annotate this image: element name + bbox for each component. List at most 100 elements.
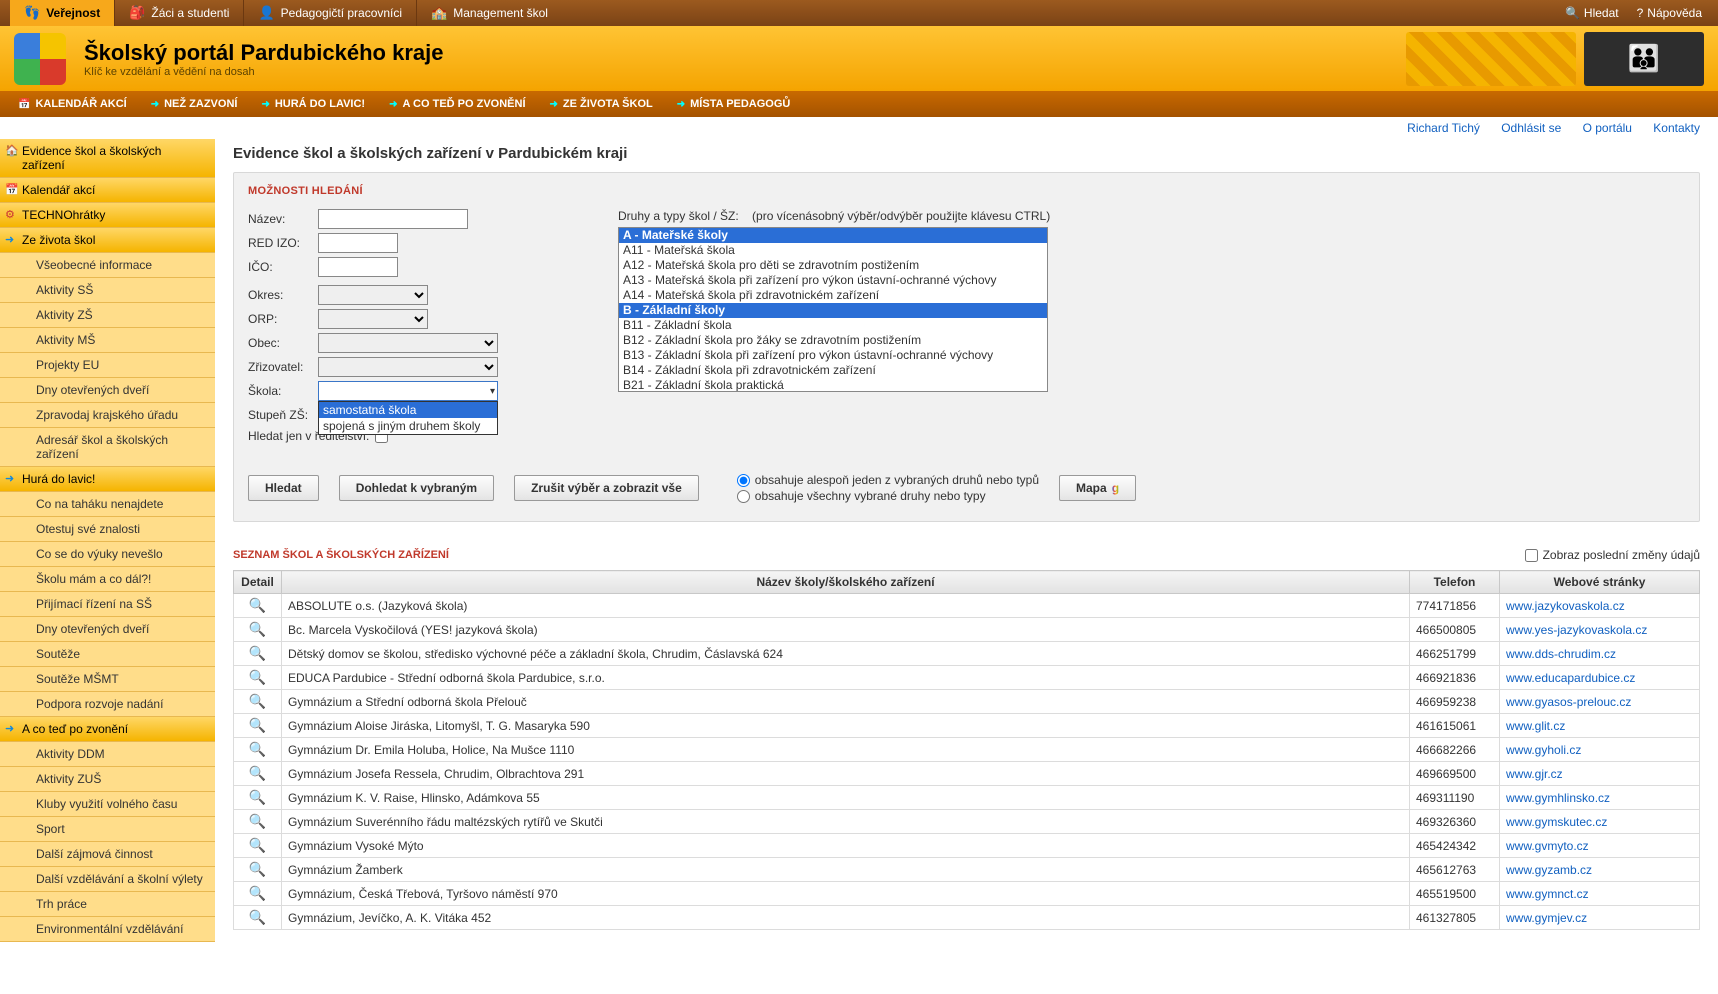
select-skola[interactable]: ▾: [318, 381, 498, 401]
radio-all[interactable]: [737, 490, 750, 503]
sidebar-item-25[interactable]: Kluby využití volného času: [0, 792, 215, 817]
sidebar-item-27[interactable]: Další zájmová činnost: [0, 842, 215, 867]
detail-icon[interactable]: 🔍: [249, 813, 266, 829]
cell-web-link[interactable]: www.jazykovaskola.cz: [1506, 599, 1625, 613]
logout-link[interactable]: Odhlásit se: [1501, 121, 1561, 135]
radio-all-row[interactable]: obsahuje všechny vybrané druhy nebo typy: [737, 489, 1039, 503]
select-orp[interactable]: [318, 309, 428, 329]
cell-web-link[interactable]: www.gymnct.cz: [1506, 887, 1589, 901]
detail-icon[interactable]: 🔍: [249, 789, 266, 805]
sidebar-item-2[interactable]: ⚙TECHNOhrátky: [0, 203, 215, 228]
detail-icon[interactable]: 🔍: [249, 765, 266, 781]
menubar-item-1[interactable]: ➜NEŽ ZAZVONÍ: [139, 98, 250, 110]
type-option-3[interactable]: A13 - Mateřská škola při zařízení pro vý…: [619, 273, 1047, 288]
sidebar-item-9[interactable]: Dny otevřených dveří: [0, 378, 215, 403]
cell-web-link[interactable]: www.gyasos-prelouc.cz: [1506, 695, 1631, 709]
detail-icon[interactable]: 🔍: [249, 717, 266, 733]
select-okres[interactable]: [318, 285, 428, 305]
detail-icon[interactable]: 🔍: [249, 861, 266, 877]
sidebar-item-28[interactable]: Další vzdělávání a školní výlety: [0, 867, 215, 892]
detail-icon[interactable]: 🔍: [249, 741, 266, 757]
sidebar-item-14[interactable]: Otestuj své znalosti: [0, 517, 215, 542]
topnav-item-3[interactable]: 🏫Management škol: [416, 0, 562, 26]
search-selected-button[interactable]: Dohledat k vybraným: [339, 475, 494, 501]
sidebar-item-24[interactable]: Aktivity ZUŠ: [0, 767, 215, 792]
sidebar-item-0[interactable]: 🏠Evidence škol a školských zařízení: [0, 139, 215, 178]
radio-any[interactable]: [737, 474, 750, 487]
cell-web-link[interactable]: www.yes-jazykovaskola.cz: [1506, 623, 1647, 637]
cell-web-link[interactable]: www.gyzamb.cz: [1506, 863, 1592, 877]
about-link[interactable]: O portálu: [1583, 121, 1632, 135]
sidebar-item-22[interactable]: ➜A co teď po zvonění: [0, 717, 215, 742]
cell-web-link[interactable]: www.dds-chrudim.cz: [1506, 647, 1616, 661]
sidebar-item-11[interactable]: Adresář škol a školských zařízení: [0, 428, 215, 467]
detail-icon[interactable]: 🔍: [249, 669, 266, 685]
sidebar-item-13[interactable]: Co na taháku nenajdete: [0, 492, 215, 517]
checkbox-show-changes[interactable]: [1525, 549, 1538, 562]
sidebar-item-3[interactable]: ➜Ze života škol: [0, 228, 215, 253]
type-option-1[interactable]: A11 - Mateřská škola: [619, 243, 1047, 258]
detail-icon[interactable]: 🔍: [249, 909, 266, 925]
sidebar-item-30[interactable]: Environmentální vzdělávání: [0, 917, 215, 942]
radio-any-row[interactable]: obsahuje alespoň jeden z vybraných druhů…: [737, 473, 1039, 487]
menubar-item-2[interactable]: ➜HURÁ DO LAVIC!: [249, 98, 377, 110]
sidebar-item-20[interactable]: Soutěže MŠMT: [0, 667, 215, 692]
sidebar-item-12[interactable]: ➜Hurá do lavic!: [0, 467, 215, 492]
sidebar-item-29[interactable]: Trh práce: [0, 892, 215, 917]
detail-icon[interactable]: 🔍: [249, 645, 266, 661]
sidebar-item-21[interactable]: Podpora rozvoje nadání: [0, 692, 215, 717]
type-option-5[interactable]: B - Základní školy: [619, 303, 1047, 318]
show-changes-row[interactable]: Zobraz poslední změny údajů: [1525, 548, 1700, 562]
topnav-item-2[interactable]: 👤Pedagogičtí pracovníci: [243, 0, 416, 26]
input-ico[interactable]: [318, 257, 398, 277]
sidebar-item-10[interactable]: Zpravodaj krajského úřadu: [0, 403, 215, 428]
listbox-types[interactable]: A - Mateřské školyA11 - Mateřská školaA1…: [618, 227, 1048, 392]
cell-web-link[interactable]: www.gyholi.cz: [1506, 743, 1581, 757]
type-option-0[interactable]: A - Mateřské školy: [619, 228, 1047, 243]
cell-web-link[interactable]: www.gymskutec.cz: [1506, 815, 1607, 829]
type-option-2[interactable]: A12 - Mateřská škola pro děti se zdravot…: [619, 258, 1047, 273]
detail-icon[interactable]: 🔍: [249, 621, 266, 637]
type-option-4[interactable]: A14 - Mateřská škola při zdravotnickém z…: [619, 288, 1047, 303]
sidebar-item-5[interactable]: Aktivity SŠ: [0, 278, 215, 303]
type-option-9[interactable]: B14 - Základní škola při zdravotnickém z…: [619, 363, 1047, 378]
detail-icon[interactable]: 🔍: [249, 837, 266, 853]
topnav-item-1[interactable]: 🎒Žáci a studenti: [114, 0, 243, 26]
detail-icon[interactable]: 🔍: [249, 885, 266, 901]
detail-icon[interactable]: 🔍: [249, 597, 266, 613]
select-zrizovatel[interactable]: [318, 357, 498, 377]
sidebar-item-7[interactable]: Aktivity MŠ: [0, 328, 215, 353]
contacts-link[interactable]: Kontakty: [1653, 121, 1700, 135]
skola-option-1[interactable]: spojená s jiným druhem školy: [319, 418, 497, 434]
sidebar-item-19[interactable]: Soutěže: [0, 642, 215, 667]
cell-web-link[interactable]: www.educapardubice.cz: [1506, 671, 1635, 685]
cell-web-link[interactable]: www.gymjev.cz: [1506, 911, 1587, 925]
menubar-item-4[interactable]: ➜ZE ŽIVOTA ŠKOL: [538, 98, 665, 110]
input-nazev[interactable]: [318, 209, 468, 229]
topnav-item-0[interactable]: 👣Veřejnost: [10, 0, 114, 26]
cell-web-link[interactable]: www.gymhlinsko.cz: [1506, 791, 1610, 805]
sidebar-item-17[interactable]: Přijímací řízení na SŠ: [0, 592, 215, 617]
sidebar-item-6[interactable]: Aktivity ZŠ: [0, 303, 215, 328]
type-option-8[interactable]: B13 - Základní škola při zařízení pro vý…: [619, 348, 1047, 363]
sidebar-item-18[interactable]: Dny otevřených dveří: [0, 617, 215, 642]
cell-web-link[interactable]: www.gjr.cz: [1506, 767, 1563, 781]
sidebar-item-4[interactable]: Všeobecné informace: [0, 253, 215, 278]
skola-option-0[interactable]: samostatná škola: [319, 402, 497, 418]
menubar-item-0[interactable]: 📅KALENDÁŘ AKCÍ: [6, 98, 139, 110]
sidebar-item-26[interactable]: Sport: [0, 817, 215, 842]
type-option-6[interactable]: B11 - Základní škola: [619, 318, 1047, 333]
sidebar-item-1[interactable]: 📅Kalendář akcí: [0, 178, 215, 203]
cell-web-link[interactable]: www.gvmyto.cz: [1506, 839, 1589, 853]
search-button[interactable]: Hledat: [248, 475, 319, 501]
reset-button[interactable]: Zrušit výběr a zobrazit vše: [514, 475, 699, 501]
sidebar-item-8[interactable]: Projekty EU: [0, 353, 215, 378]
sidebar-item-15[interactable]: Co se do výuky nevešlo: [0, 542, 215, 567]
type-option-10[interactable]: B21 - Základní škola praktická: [619, 378, 1047, 392]
menubar-item-5[interactable]: ➜MÍSTA PEDAGOGŮ: [665, 98, 803, 110]
cell-web-link[interactable]: www.glit.cz: [1506, 719, 1565, 733]
sidebar-item-16[interactable]: Školu mám a co dál?!: [0, 567, 215, 592]
map-button[interactable]: Mapa g: [1059, 475, 1136, 501]
input-redizo[interactable]: [318, 233, 398, 253]
search-link[interactable]: 🔍 Hledat: [1559, 6, 1625, 20]
